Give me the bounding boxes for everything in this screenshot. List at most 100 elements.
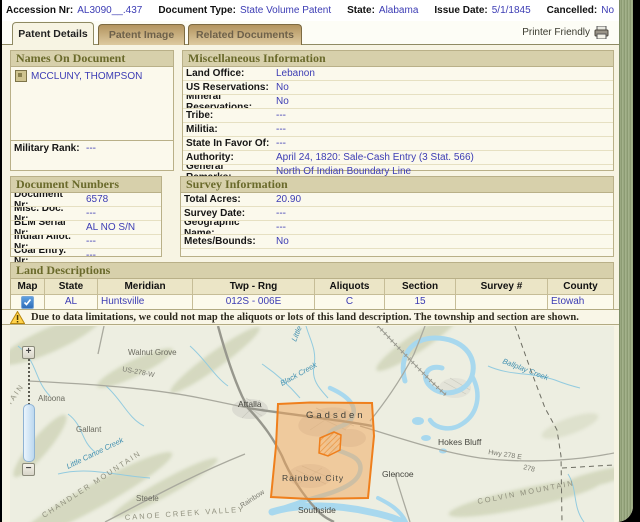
printer-icon: [594, 26, 610, 39]
coal-entry-nr-label: Coal Entry. Nr:: [11, 249, 83, 262]
state-field: State: Alabama: [347, 5, 418, 16]
misc-doc-nr-value: ---: [83, 208, 99, 219]
coal-entry-nr-row: Coal Entry. Nr: ---: [11, 249, 161, 262]
tab-patent-details[interactable]: Patent Details: [12, 22, 94, 45]
coal-entry-nr-value: ---: [83, 250, 99, 261]
tab-related-documents[interactable]: Related Documents: [188, 24, 302, 45]
authority-label: Authority:: [183, 152, 273, 163]
docnums-panel-title: Document Numbers: [11, 177, 161, 193]
total-acres-value: 20.90: [273, 194, 304, 205]
accession-label: Accession Nr:: [6, 5, 73, 16]
us-reservations-label: US Reservations:: [183, 82, 273, 93]
survey-date-row: Survey Date: ---: [181, 207, 613, 221]
cell-survey-nr: [456, 295, 548, 309]
map-zoom-slider: + −: [22, 346, 37, 478]
blm-serial-nr-row: BLM Serial Nr: AL NO S/N: [11, 221, 161, 235]
land-table-row: AL Huntsville 012S - 006E C 15 Etowah: [11, 295, 613, 309]
doctype-label: Document Type:: [158, 5, 236, 16]
tribe-row: Tribe: ---: [183, 109, 613, 123]
document-nr-label: Document Nr:: [11, 193, 83, 207]
names-panel-title: Names On Document: [11, 51, 173, 67]
mineral-reservations-label: Mineral Reservations:: [183, 95, 273, 109]
printer-friendly-label: Printer Friendly: [522, 27, 590, 38]
state-in-favor-row: State In Favor Of: ---: [183, 137, 613, 151]
mineral-reservations-value: No: [273, 96, 292, 107]
accession-field: Accession Nr: AL3090__.437: [6, 5, 142, 16]
document-header-bar: Accession Nr: AL3090__.437 Document Type…: [2, 0, 620, 21]
total-acres-row: Total Acres: 20.90: [181, 193, 613, 207]
zoom-in-button[interactable]: +: [22, 346, 35, 359]
printer-friendly-link[interactable]: Printer Friendly: [522, 26, 610, 39]
authority-value: April 24, 1820: Sale-Cash Entry (3 Stat.…: [273, 152, 477, 163]
col-state: State: [45, 279, 98, 295]
doctype-field: Document Type: State Volume Patent: [158, 5, 331, 16]
map-label-steele: Steele: [136, 494, 159, 503]
militia-value: ---: [273, 124, 289, 135]
state-in-favor-value: ---: [273, 138, 289, 149]
app-window: Accession Nr: AL3090__.437 Document Type…: [2, 0, 633, 522]
survey-date-value: ---: [273, 208, 289, 219]
geographic-name-row: Geographic Name: ---: [181, 221, 613, 235]
zoom-out-button[interactable]: −: [22, 463, 35, 476]
cancelled-value: No: [601, 5, 614, 16]
map-label-altoona: Altoona: [38, 394, 66, 403]
cell-state: AL: [45, 295, 98, 309]
document-nr-row: Document Nr: 6578: [11, 193, 161, 207]
col-aliquots: Aliquots: [315, 279, 385, 295]
page-side-strip: [619, 0, 633, 522]
land-office-row: Land Office: Lebanon: [183, 67, 613, 81]
authority-row: Authority: April 24, 1820: Sale-Cash Ent…: [183, 151, 613, 165]
militia-row: Militia: ---: [183, 123, 613, 137]
land-office-label: Land Office:: [183, 68, 273, 79]
indian-allot-nr-label: Indian Allot. Nr:: [11, 235, 83, 249]
map-checkbox-cell: [11, 295, 45, 309]
col-survey-nr: Survey #: [456, 279, 548, 295]
survey-date-label: Survey Date:: [181, 208, 273, 219]
tribe-value: ---: [273, 110, 289, 121]
survey-information-panel: Survey Information Total Acres: 20.90 Su…: [180, 176, 614, 257]
blm-serial-nr-value: AL NO S/N: [83, 222, 138, 233]
land-descriptions-panel: Land Descriptions Map State Meridian Twp…: [10, 262, 614, 309]
cell-aliquots: C: [315, 295, 385, 309]
map-label-glencoe: Glencoe: [382, 469, 414, 479]
issue-date-label: Issue Date:: [434, 5, 487, 16]
warning-text: Due to data limitations, we could not ma…: [31, 312, 579, 323]
metes-bounds-row: Metes/Bounds: No: [181, 235, 613, 249]
tribe-label: Tribe:: [183, 110, 273, 121]
accession-value: AL3090__.437: [77, 5, 142, 16]
patent-details-content: Names On Document MCCLUNY, THOMPSON Mili…: [2, 45, 620, 522]
cell-twp-rng: 012S - 006E: [193, 295, 315, 309]
col-twp-rng: Twp - Rng: [193, 279, 315, 295]
map-label-hokes-bluff: Hokes Bluff: [438, 437, 482, 447]
patentee-list-item: MCCLUNY, THOMPSON: [11, 67, 173, 85]
military-rank-value: ---: [83, 143, 99, 154]
metes-bounds-value: No: [273, 236, 292, 247]
indian-allot-nr-row: Indian Allot. Nr: ---: [11, 235, 161, 249]
tab-patent-image[interactable]: Patent Image: [98, 24, 185, 45]
document-nr-value: 6578: [83, 194, 111, 205]
map-checkbox[interactable]: [21, 296, 34, 309]
map-canvas[interactable]: Walnut Grove US-278-W Altoona Attalla Ga…: [10, 326, 614, 522]
issue-date-field: Issue Date: 5/1/1845: [434, 5, 530, 16]
blm-serial-nr-label: BLM Serial Nr:: [11, 221, 83, 235]
col-meridian: Meridian: [98, 279, 193, 295]
survey-panel-title: Survey Information: [181, 177, 613, 193]
zoom-slider-thumb[interactable]: [23, 404, 35, 462]
cell-section: 15: [385, 295, 456, 309]
state-value: Alabama: [379, 5, 418, 16]
map-label-gadsden: Gadsden: [306, 410, 366, 421]
patentee-name-link[interactable]: MCCLUNY, THOMPSON: [31, 71, 142, 82]
metes-bounds-label: Metes/Bounds:: [181, 236, 273, 247]
names-list: MCCLUNY, THOMPSON: [11, 67, 173, 140]
col-map: Map: [11, 279, 45, 295]
map-label-walnut-grove: Walnut Grove: [128, 348, 177, 357]
land-panel-title: Land Descriptions: [11, 263, 613, 279]
cancelled-field: Cancelled: No: [547, 5, 614, 16]
names-on-document-panel: Names On Document MCCLUNY, THOMPSON Mili…: [10, 50, 174, 171]
us-reservations-value: No: [273, 82, 292, 93]
land-table-header: Map State Meridian Twp - Rng Aliquots Se…: [11, 279, 613, 295]
doctype-value: State Volume Patent: [240, 5, 331, 16]
land-office-value: Lebanon: [273, 68, 318, 79]
military-rank-label: Military Rank:: [11, 143, 83, 154]
militia-label: Militia:: [183, 124, 273, 135]
